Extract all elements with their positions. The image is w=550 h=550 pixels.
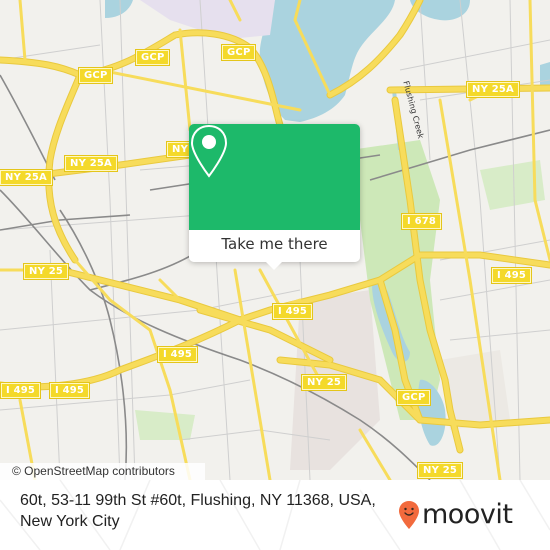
route-shield-i495: I 495	[271, 303, 314, 320]
route-shield-ny25a: NY 25A	[0, 169, 53, 186]
route-shield-i495: I 495	[48, 382, 91, 399]
map-attribution[interactable]: © OpenStreetMap contributors	[0, 463, 205, 480]
route-shield-ny25: NY 25	[416, 462, 464, 479]
moovit-logo[interactable]: moovit	[398, 498, 513, 532]
route-shield-ny25a: NY 25A	[64, 155, 118, 172]
route-shield-gcp: GCP	[77, 67, 114, 84]
take-me-there-button[interactable]: Take me there	[189, 230, 360, 258]
route-shield-i495: I 495	[0, 382, 42, 399]
route-shield-ny25: NY 25	[22, 263, 70, 280]
popup-header	[189, 124, 360, 230]
location-popup[interactable]: Take me there	[189, 124, 360, 270]
address-text: 60t, 53-11 99th St #60t, Flushing, NY 11…	[20, 492, 376, 530]
route-shield-i678: I 678	[400, 213, 443, 230]
route-shield-gcp: GCP	[134, 49, 171, 66]
route-shield-i495: I 495	[490, 267, 533, 284]
route-shield-gcp: GCP	[220, 44, 257, 61]
map-view[interactable]: GCP GCP GCP NY 25A NY 25A NY 25A NY 25A …	[0, 0, 550, 480]
location-pin-icon	[190, 124, 228, 178]
footer-bar: 60t, 53-11 99th St #60t, Flushing, NY 11…	[0, 480, 550, 550]
route-shield-gcp: GCP	[395, 389, 432, 406]
park-small	[135, 410, 195, 440]
popup-pointer	[265, 261, 283, 270]
route-shield-i495: I 495	[156, 346, 199, 363]
water-top-left	[105, 0, 133, 18]
moovit-pin-logo-icon	[399, 501, 419, 529]
route-shield-ny25a: NY 25A	[466, 81, 520, 98]
route-shield-ny25: NY 25	[300, 374, 348, 391]
moovit-wordmark: moovit	[422, 499, 513, 530]
